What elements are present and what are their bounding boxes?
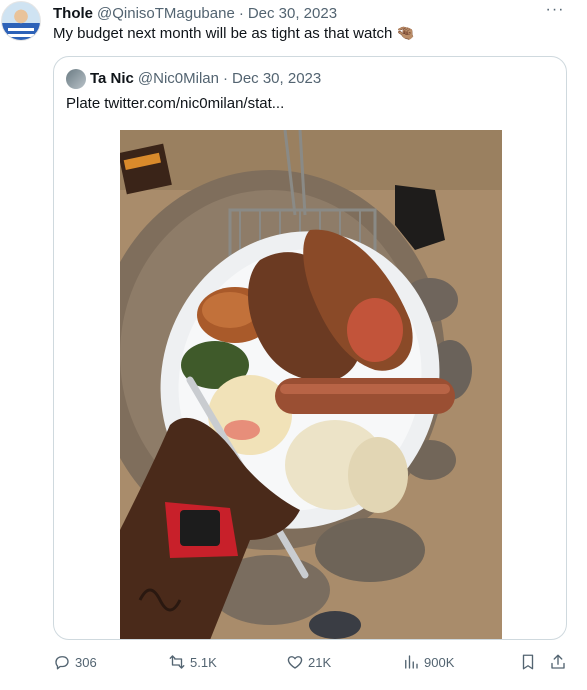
repost-button[interactable]: 5.1K: [168, 652, 217, 672]
quoted-link: twitter.com/nic0milan/stat...: [104, 95, 285, 112]
quoted-body: Plate: [66, 95, 101, 112]
tweet-body: My budget next month will be as tight as…: [53, 25, 393, 42]
quoted-author-avatar: [66, 69, 86, 89]
bookmark-icon: [522, 654, 534, 670]
quoted-author-name: Ta Nic: [90, 69, 134, 87]
quoted-tweet-header: Ta Nic @Nic0Milan · Dec 30, 2023: [90, 68, 321, 88]
reply-count: 306: [75, 654, 97, 670]
repost-icon: [169, 655, 185, 669]
repost-count: 5.1K: [190, 654, 217, 670]
quoted-tweet-date: Dec 30, 2023: [232, 69, 322, 87]
author-avatar[interactable]: [1, 1, 41, 41]
heart-icon: [287, 656, 303, 669]
tweet-date[interactable]: Dec 30, 2023: [248, 5, 337, 22]
pinching-hand-emoji: 🤏🏽: [396, 25, 416, 42]
like-button[interactable]: 21K: [286, 652, 331, 672]
views-button[interactable]: 900K: [402, 652, 454, 672]
reply-icon: [55, 656, 69, 670]
author-handle[interactable]: @QinisoTMagubane: [97, 5, 235, 22]
separator-dot: ·: [223, 69, 228, 87]
quoted-author-handle: @Nic0Milan: [137, 69, 219, 87]
reply-button[interactable]: 306: [53, 652, 97, 672]
tweet: Thole @QinisoTMagubane · Dec 30, 2023 ··…: [0, 0, 587, 690]
bookmark-button[interactable]: [519, 652, 537, 672]
like-count: 21K: [308, 654, 332, 670]
tweet-text: My budget next month will be as tight as…: [53, 24, 415, 44]
more-icon[interactable]: ···: [545, 2, 565, 20]
tweet-header: Thole @QinisoTMagubane · Dec 30, 2023: [53, 3, 337, 23]
views-count: 900K: [424, 654, 455, 670]
separator-dot: ·: [238, 4, 244, 22]
share-icon: [551, 654, 565, 669]
tweet-actions: 306 5.1K 21K 900K: [53, 652, 573, 672]
views-icon: [405, 655, 418, 669]
food-plate-photo[interactable]: [120, 130, 502, 639]
quoted-tweet-text: Plate twitter.com/nic0milan/stat...: [66, 94, 284, 114]
share-button[interactable]: [549, 652, 567, 672]
quoted-tweet[interactable]: Ta Nic @Nic0Milan · Dec 30, 2023 Plate tw…: [53, 56, 567, 640]
author-name[interactable]: Thole: [53, 5, 93, 22]
